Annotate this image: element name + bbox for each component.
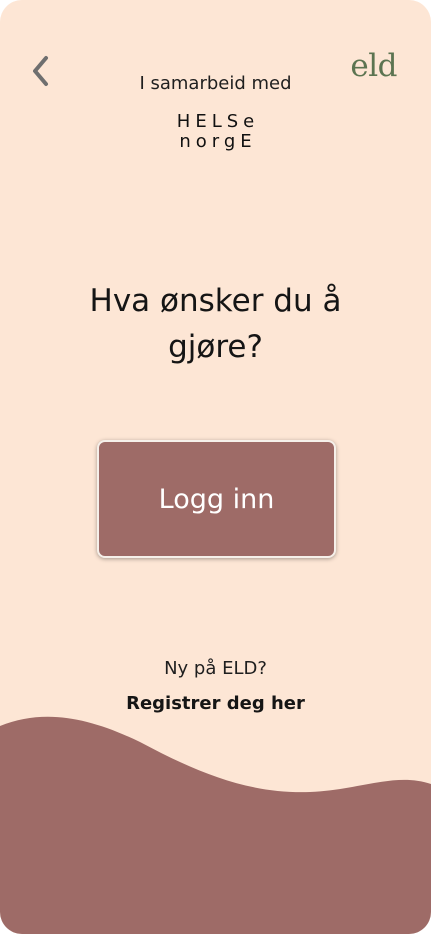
new-user-text: Ny på ELD? — [164, 658, 267, 679]
partner-label: I samarbeid med — [139, 73, 292, 94]
register-link[interactable]: Registrer deg her — [0, 693, 431, 714]
login-button[interactable]: Logg inn — [97, 440, 336, 558]
helsenorge-logo-line1: HELSe — [176, 111, 260, 132]
decorative-wave — [0, 716, 431, 934]
page-title: Hva ønsker du å gjøre? — [89, 283, 342, 365]
helsenorge-logo: HELSe norgE — [0, 112, 431, 152]
helsenorge-logo-line2: norgE — [179, 131, 257, 152]
login-choice-screen: eld I samarbeid med HELSe norgE Hva ønsk… — [0, 0, 431, 934]
